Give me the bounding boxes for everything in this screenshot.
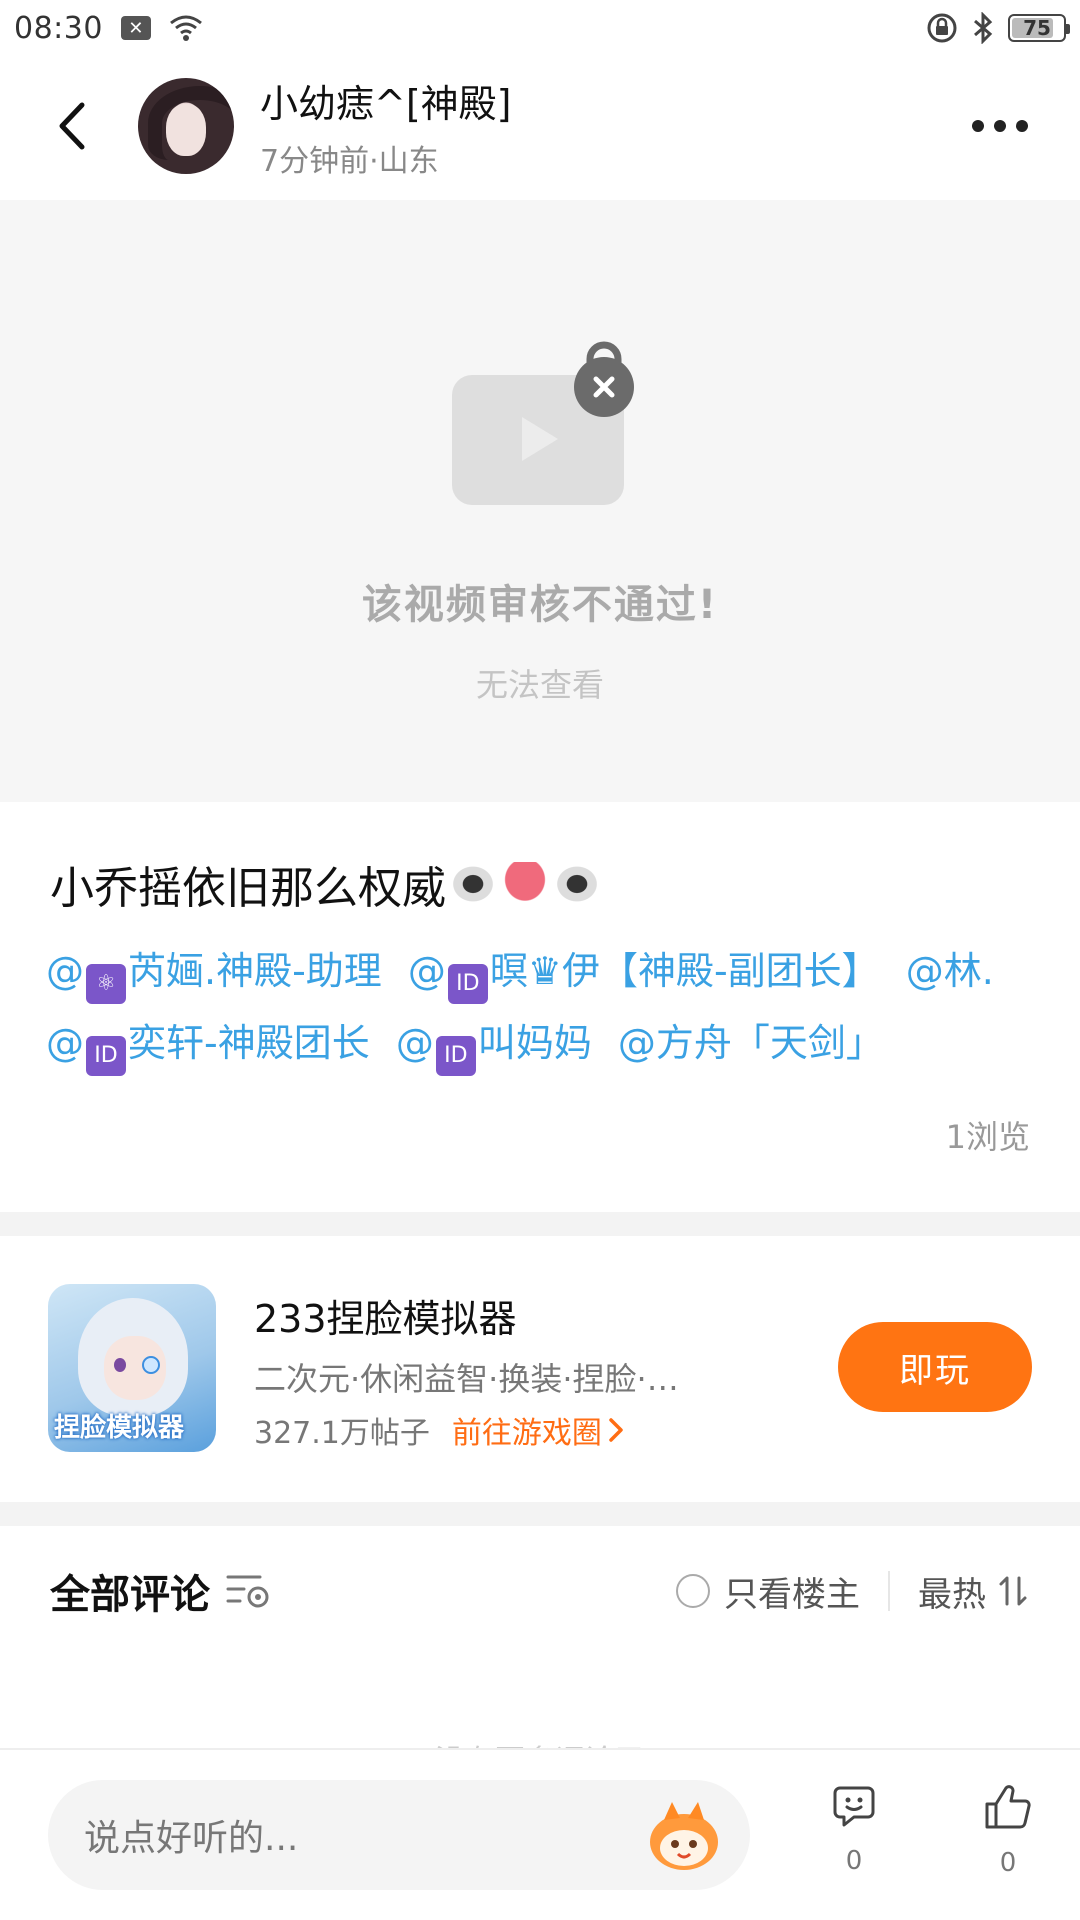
comments-title: 全部评论 (50, 1572, 210, 1618)
only-op-toggle[interactable]: 只看楼主 (676, 1567, 860, 1616)
mention-link[interactable]: @林. (906, 949, 994, 993)
bluetooth-icon (974, 12, 993, 44)
comments-header: 全部评论 只看楼主 最热 (0, 1526, 1080, 1656)
game-icon[interactable]: 捏脸模拟器 (48, 1284, 216, 1452)
sort-toggle[interactable]: 最热 (918, 1567, 1028, 1616)
battery-level: 75 (1023, 16, 1051, 40)
blocked-title: 该视频审核不通过! (361, 582, 719, 628)
view-count: 1浏览 (945, 1118, 1030, 1156)
back-button[interactable] (36, 91, 106, 161)
comment-action[interactable]: 0 (804, 1784, 904, 1876)
comment-count: 0 (845, 1846, 863, 1876)
username[interactable]: 小幼痣^[神殿] (260, 73, 512, 128)
post-title: 小乔摇依旧那么权威 (50, 852, 602, 916)
rotation-lock-icon (927, 13, 957, 43)
game-tags: 二次元·休闲益智·换装·捏脸·… (254, 1360, 679, 1398)
section-divider (0, 1212, 1080, 1236)
mention-link[interactable]: @方舟「天剑」 (618, 1021, 884, 1065)
more-dot-icon (994, 120, 1006, 132)
more-dot-icon (1016, 120, 1028, 132)
goto-game-circle-link[interactable]: 前往游戏圈 (452, 1408, 624, 1452)
game-name[interactable]: 233捏脸模拟器 (254, 1288, 517, 1343)
status-bar: 08:30 ✕ 75 (0, 0, 1080, 56)
post-meta: 7分钟前·山东 (260, 143, 439, 179)
id-badge-icon: ID (86, 1036, 126, 1076)
section-divider (0, 1502, 1080, 1526)
mention-link[interactable]: @ ⚛ 芮婳.神殿-助理 (46, 949, 382, 1004)
thumbs-up-icon (985, 1785, 1031, 1829)
divider (888, 1571, 890, 1611)
status-time: 08:30 (14, 10, 103, 46)
comment-input-placeholder: 说点好听的... (84, 1818, 299, 1859)
atom-badge-icon: ⚛ (86, 964, 126, 1004)
sort-arrows-icon (999, 1576, 1027, 1606)
game-card[interactable]: 捏脸模拟器 233捏脸模拟器 二次元·休闲益智·换装·捏脸·… 327.1万帖子… (0, 1236, 1080, 1502)
eye-emoji-icon (552, 862, 602, 906)
id-badge-icon: ID (435, 1036, 476, 1076)
locked-video-icon (452, 341, 634, 505)
filter-settings-icon[interactable] (226, 1571, 272, 1611)
like-count: 0 (999, 1848, 1017, 1878)
eye-emoji-icon (448, 862, 498, 906)
game-post-stats: 327.1万帖子 前往游戏圈 (254, 1408, 624, 1452)
mentions-list: @ ⚛ 芮婳.神殿-助理 @ ID 暝♛伊【神殿-副团长】 @林. @ ID 奕轩-神殿团长… (46, 935, 1046, 1079)
chevron-right-icon (609, 1418, 623, 1442)
play-now-button[interactable]: 即玩 (838, 1322, 1032, 1412)
radio-icon[interactable] (676, 1574, 710, 1608)
mascot-emoji-icon[interactable] (644, 1798, 724, 1872)
like-action[interactable]: 0 (958, 1784, 1058, 1878)
mention-link[interactable]: @ ID 奕轩-神殿团长 (46, 1021, 370, 1076)
tongue-emoji-icon (500, 862, 550, 906)
sort-label: 最热 (918, 1574, 986, 1615)
more-dot-icon (972, 120, 984, 132)
post-title-text: 小乔摇依旧那么权威 (50, 863, 446, 914)
battery-icon: 75 (1008, 14, 1070, 42)
post-header: 小幼痣^[神殿] 7分钟前·山东 (0, 56, 1080, 196)
mention-link[interactable]: @ ID 暝♛伊【神殿-副团长】 (408, 949, 880, 1004)
game-logo-text: 捏脸模拟器 (54, 1413, 185, 1443)
no-sim-icon: ✕ (120, 16, 151, 40)
avatar[interactable] (138, 78, 234, 174)
bottom-bar: 说点好听的... 0 0 (0, 1748, 1080, 1920)
comment-icon (833, 1786, 875, 1827)
wifi-icon (170, 15, 202, 41)
more-options-button[interactable] (972, 120, 1028, 132)
comment-input[interactable]: 说点好听的... (48, 1780, 750, 1890)
mention-link[interactable]: @ ID 叫妈妈 (396, 1021, 592, 1076)
game-post-count: 327.1万帖子 (254, 1416, 430, 1451)
video-area: 该视频审核不通过! 无法查看 (0, 200, 1080, 802)
id-badge-icon: ID (447, 964, 488, 1004)
only-op-label: 只看楼主 (724, 1574, 860, 1615)
blocked-subtitle: 无法查看 (475, 666, 604, 704)
chevron-left-icon (59, 102, 85, 150)
